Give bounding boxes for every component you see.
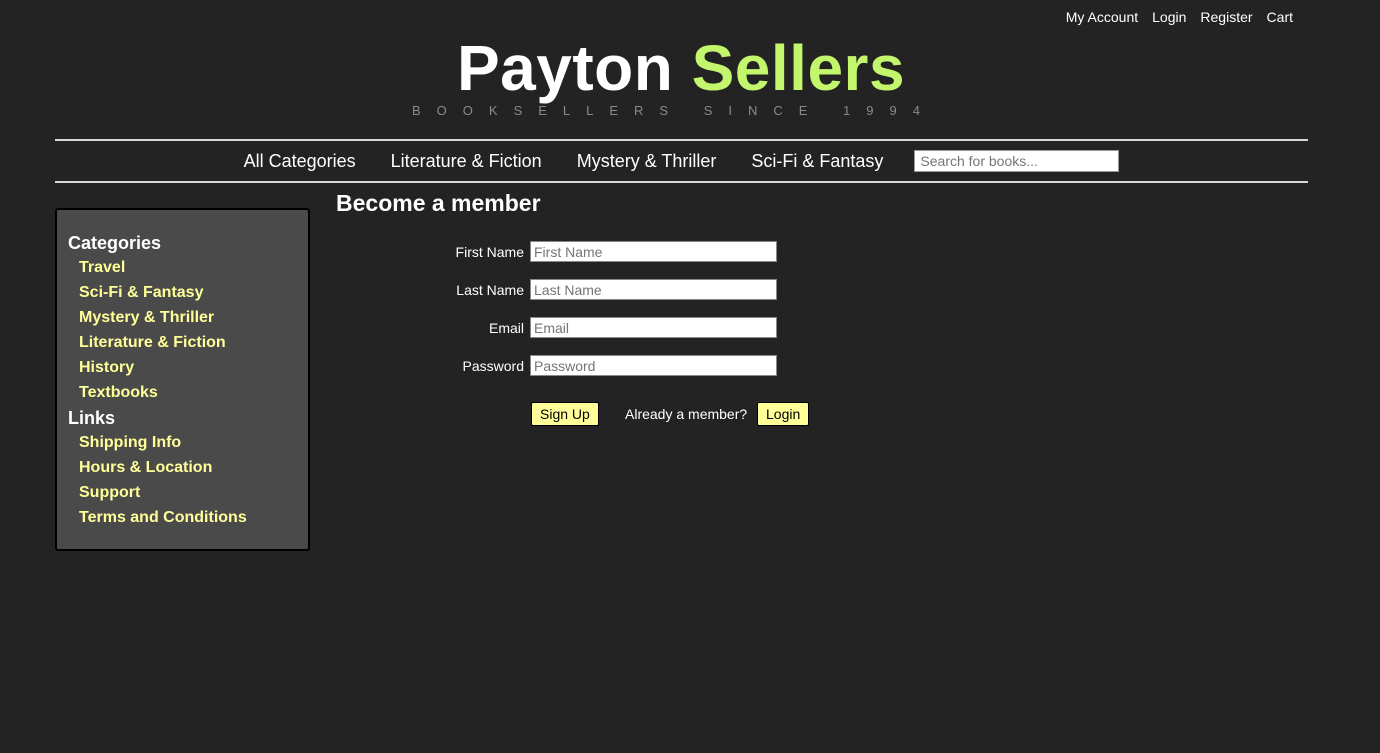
last-name-field[interactable] [530,279,777,300]
register-link[interactable]: Register [1200,9,1252,25]
sidebar-item-textbooks[interactable]: Textbooks [79,384,158,402]
sidebar-item-hours-location[interactable]: Hours & Location [79,459,212,477]
account-nav: My Account Login Register Cart [1066,9,1293,25]
password-field[interactable] [530,355,777,376]
sidebar-item-history[interactable]: History [79,359,134,377]
main-nav: All Categories Literature & Fiction Myst… [55,142,1308,180]
page-title: Become a member [336,190,541,216]
sidebar-item-literature-fiction[interactable]: Literature & Fiction [79,334,226,352]
logo-text-first: Payton [456,32,674,104]
sidebar-item-scifi-fantasy[interactable]: Sci-Fi & Fantasy [79,284,203,302]
my-account-link[interactable]: My Account [1066,9,1138,25]
nav-literature-fiction[interactable]: Literature & Fiction [391,151,542,172]
sidebar-item-shipping-info[interactable]: Shipping Info [79,434,181,452]
already-member-text: Already a member? [625,406,748,422]
nav-scifi-fantasy[interactable]: Sci-Fi & Fantasy [751,151,883,172]
site-logo[interactable]: Payton Sellers [0,30,1362,106]
sidebar-item-terms[interactable]: Terms and Conditions [79,509,247,527]
nav-top-divider [55,139,1308,141]
sidebar: Categories Travel Sci-Fi & Fantasy Myste… [55,208,310,551]
sidebar-item-travel[interactable]: Travel [79,259,125,277]
last-name-label: Last Name [456,282,524,298]
sidebar-categories-title: Categories [68,233,162,253]
login-link[interactable]: Login [1152,9,1186,25]
sign-up-button[interactable]: Sign Up [531,402,599,426]
first-name-field[interactable] [530,241,777,262]
cart-link[interactable]: Cart [1267,9,1293,25]
sidebar-item-support[interactable]: Support [79,484,140,502]
nav-bottom-divider [55,181,1308,183]
nav-mystery-thriller[interactable]: Mystery & Thriller [577,151,717,172]
site-tagline: BOOKSELLERS SINCE 1994 [412,103,936,118]
email-field[interactable] [530,317,777,338]
sidebar-links-title: Links [68,408,116,428]
login-button[interactable]: Login [757,402,810,426]
book-search-input[interactable] [914,150,1120,172]
first-name-label: First Name [455,244,524,260]
logo-text-second: Sellers [691,32,906,104]
password-label: Password [462,358,524,374]
nav-all-categories[interactable]: All Categories [244,151,356,172]
email-label: Email [488,320,524,336]
sidebar-item-mystery-thriller[interactable]: Mystery & Thriller [79,309,214,327]
